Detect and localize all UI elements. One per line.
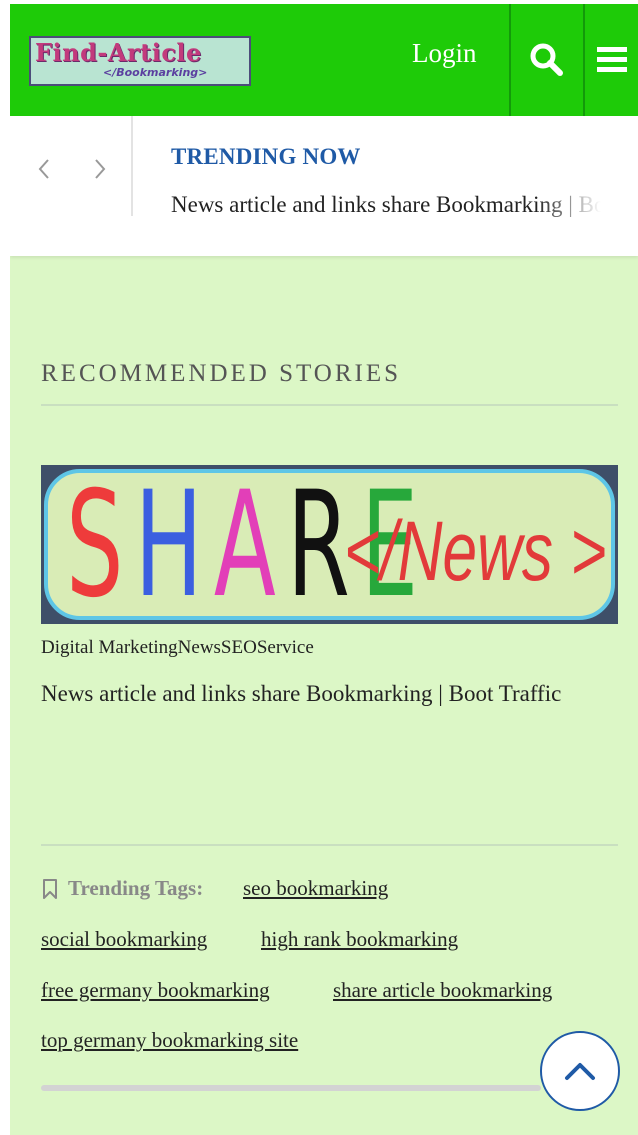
section-divider: [41, 404, 618, 406]
share-letter: H: [134, 469, 214, 620]
bookmark-icon: [43, 878, 57, 899]
trending-separator: [131, 116, 133, 216]
tag-link[interactable]: social bookmarking: [41, 927, 207, 952]
scroll-to-top-button[interactable]: [540, 1031, 620, 1111]
bottom-divider: [41, 1085, 541, 1091]
logo-main-text: Find-Article: [35, 38, 202, 67]
logo-sub-text: </Bookmarking>: [103, 66, 208, 79]
site-header: Find-Article </Bookmarking> Login: [10, 4, 638, 116]
story-thumbnail[interactable]: SHARE </News >: [41, 465, 618, 624]
trending-tags-heading: Trending Tags:: [41, 876, 203, 901]
search-button[interactable]: [511, 4, 583, 116]
tag-link[interactable]: seo bookmarking: [243, 876, 388, 901]
tags-divider: [41, 844, 618, 846]
site-logo[interactable]: Find-Article </Bookmarking>: [29, 36, 251, 86]
trending-prev-button[interactable]: [32, 154, 56, 184]
trending-tags-label: Trending Tags:: [68, 876, 204, 900]
share-letter: S: [66, 469, 135, 620]
search-icon: [530, 43, 563, 76]
trending-bar: TRENDING NOW News article and links shar…: [10, 116, 638, 256]
tag-link[interactable]: free germany bookmarking: [41, 978, 270, 1003]
trending-headline-link[interactable]: News article and links share Bookmarking…: [171, 192, 601, 218]
chevron-right-icon: [95, 159, 106, 179]
login-link[interactable]: Login: [412, 38, 477, 69]
chevron-up-icon: [565, 1063, 595, 1080]
share-letter: A: [213, 469, 287, 620]
hamburger-menu-icon: [596, 47, 627, 72]
story-title-link[interactable]: News article and links share Bookmarking…: [41, 676, 601, 711]
menu-button[interactable]: [585, 4, 638, 116]
chevron-left-icon: [38, 159, 49, 179]
trending-label: TRENDING NOW: [171, 144, 361, 169]
tag-link[interactable]: top germany bookmarking site: [41, 1028, 298, 1053]
tag-link[interactable]: share article bookmarking: [333, 978, 552, 1003]
story-categories[interactable]: Digital MarketingNewsSEOService: [41, 637, 314, 659]
tag-link[interactable]: high rank bookmarking: [261, 927, 458, 952]
trending-next-button[interactable]: [88, 154, 112, 184]
news-tag-text: </News >: [344, 504, 607, 598]
story-thumbnail-frame: SHARE </News >: [44, 469, 615, 620]
recommended-stories-heading: RECOMMENDED STORIES: [41, 360, 402, 387]
page: Find-Article </Bookmarking> Login TRENDI…: [10, 4, 638, 1135]
